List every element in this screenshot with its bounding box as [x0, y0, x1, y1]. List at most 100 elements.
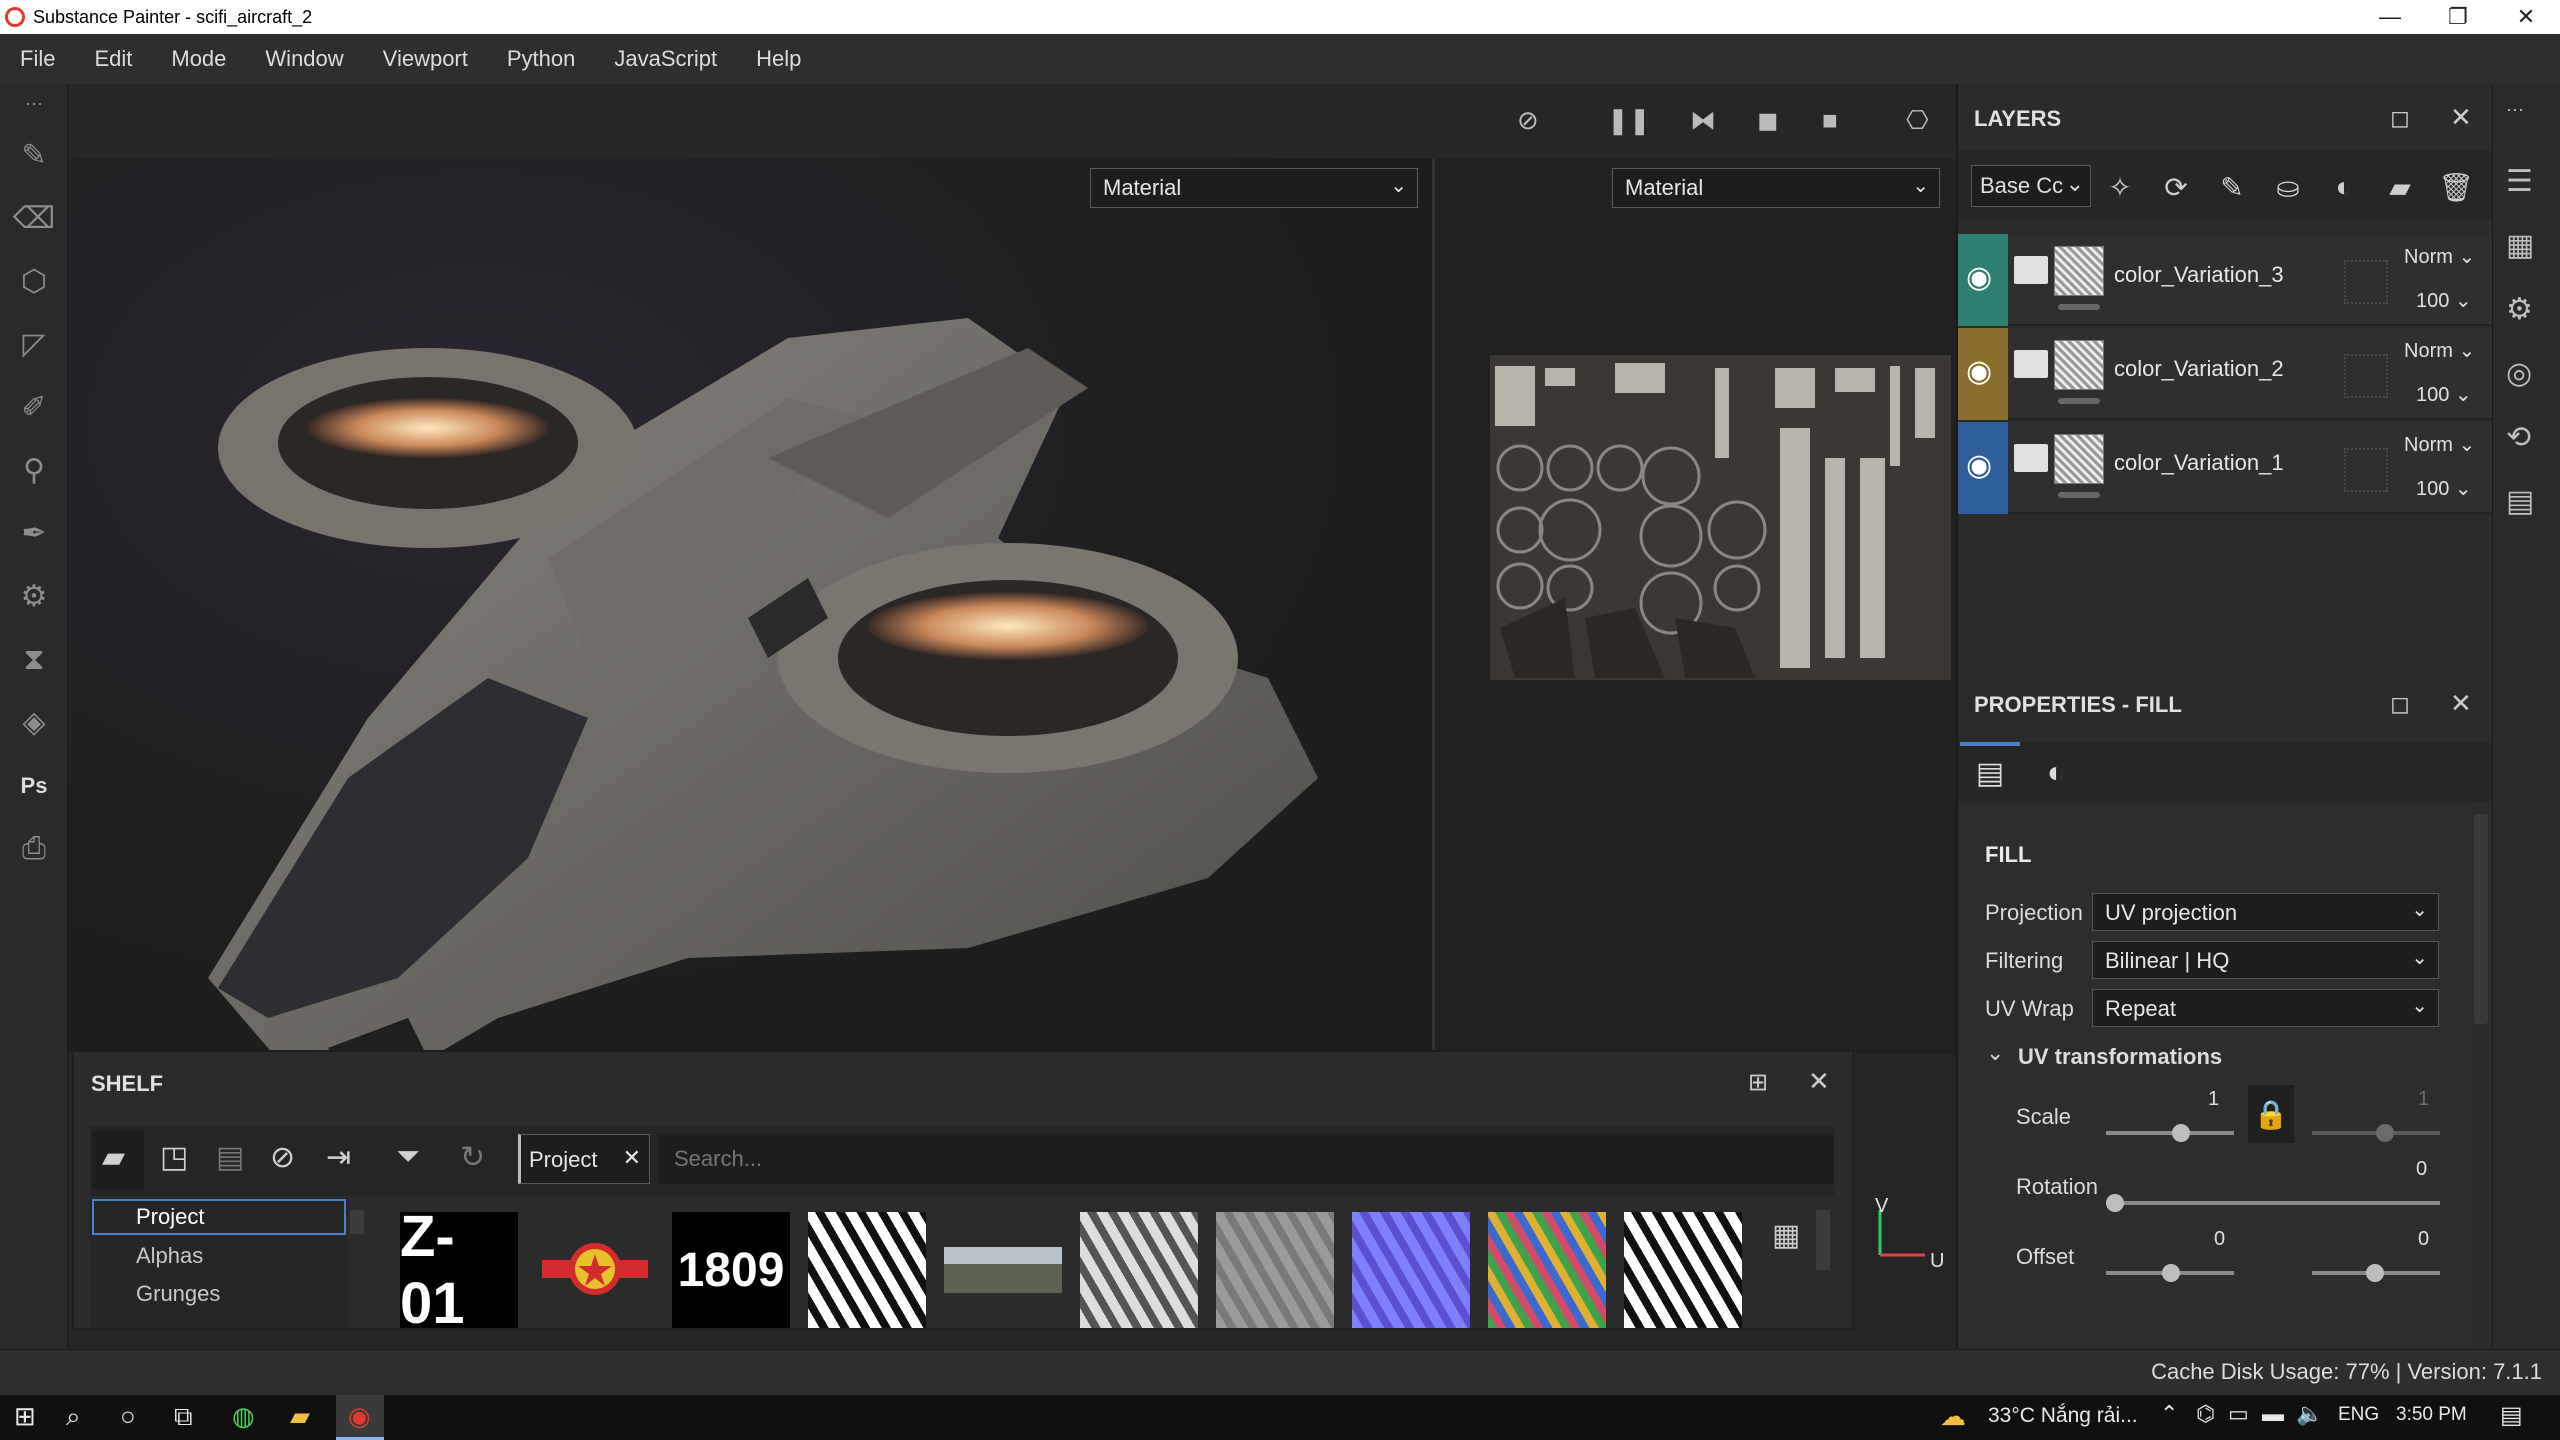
shelf-dock-icon[interactable]: ⊞ [1748, 1068, 1768, 1097]
paint-brush-icon[interactable]: ✎ [0, 124, 68, 187]
search-icon[interactable]: ⌕ [66, 1401, 81, 1433]
shelf-search-input[interactable] [658, 1134, 1834, 1184]
lock-icon[interactable]: 🔒 [2248, 1085, 2294, 1143]
opacity-select[interactable]: 100 ⌄ [2416, 382, 2472, 407]
scale-slider[interactable] [2106, 1131, 2234, 1135]
photoshop-icon[interactable]: Ps [0, 754, 68, 817]
history-icon[interactable]: ⟲ [2506, 420, 2531, 455]
uvwrap-select[interactable]: Repeat ⌄ [2092, 989, 2439, 1027]
polygon-fill-icon[interactable]: ◸ [0, 313, 68, 376]
log-icon[interactable]: ▤ [2506, 484, 2534, 519]
viewport-3d-material-select[interactable]: Material ⌄ [1090, 168, 1418, 208]
menu-file[interactable]: File [20, 46, 55, 72]
add-folder-icon[interactable]: ▰ [2380, 167, 2420, 207]
opacity-select[interactable]: 100 ⌄ [2416, 476, 2472, 501]
new-folder-icon[interactable]: ◳ [160, 1140, 188, 1175]
notifications-icon[interactable]: ▤ [2500, 1401, 2523, 1430]
pause-icon[interactable]: ❚❚ [1607, 105, 1651, 136]
menu-mode[interactable]: Mode [171, 46, 226, 72]
rotation-slider-knob[interactable] [2106, 1194, 2124, 1212]
library-icon[interactable]: ▤ [216, 1140, 244, 1175]
mask-slot[interactable] [2344, 448, 2388, 492]
network-icon[interactable]: ⌬ [2196, 1401, 2215, 1427]
close-button[interactable]: ✕ [2492, 0, 2560, 34]
cortana-icon[interactable]: ○ [120, 1401, 136, 1432]
menu-viewport[interactable]: Viewport [383, 46, 468, 72]
layer-item[interactable]: ◉ color_Variation_2 Norm ⌄ 100 ⌄ [1958, 328, 2492, 420]
rotation-value[interactable]: 0 [2416, 1158, 2427, 1181]
add-fill-layer-icon[interactable]: ⛀ [2268, 167, 2308, 207]
filtering-select[interactable]: Bilinear | HQ ⌄ [2092, 941, 2439, 979]
shelf-thumb-z01[interactable]: Z-01 [400, 1204, 518, 1336]
shelf-scrollbar[interactable] [1816, 1210, 1830, 1270]
weather-text[interactable]: 33°C Nắng rải... [1988, 1404, 2138, 1428]
volume-icon[interactable]: 🔈 [2296, 1401, 2323, 1427]
clock[interactable]: 3:50 PM [2396, 1404, 2467, 1426]
add-paint-layer-icon[interactable]: ✎ [2212, 167, 2252, 207]
shelf-thumb-normal[interactable] [1352, 1212, 1470, 1328]
export-icon[interactable]: ⎙ [0, 817, 68, 880]
opacity-select[interactable]: 100 ⌄ [2416, 288, 2472, 313]
battery-icon[interactable]: ▬ [2262, 1401, 2284, 1427]
language-indicator[interactable]: ENG [2338, 1404, 2379, 1426]
properties-scrollbar[interactable] [2474, 814, 2488, 1024]
reset-icon[interactable]: ↻ [460, 1140, 485, 1175]
settings-dock-icon[interactable]: ⚙ [2506, 292, 2533, 327]
menu-edit[interactable]: Edit [94, 46, 132, 72]
close-properties-icon[interactable]: ✕ [2450, 688, 2472, 719]
shelf-thumb-height[interactable] [1216, 1212, 1334, 1328]
menu-window[interactable]: Window [265, 46, 343, 72]
windows-start-icon[interactable]: ⊞ [14, 1401, 36, 1432]
shelf-thumb-id[interactable] [1488, 1212, 1606, 1328]
tree-scrollbar[interactable] [350, 1210, 364, 1234]
tray-chevron-icon[interactable]: ⌃ [2160, 1401, 2178, 1427]
file-explorer-icon[interactable]: ▰ [290, 1401, 310, 1432]
project-filter-tag[interactable]: Project ✕ [518, 1134, 650, 1184]
projection-select[interactable]: UV projection ⌄ [2092, 893, 2439, 931]
close-tag-icon[interactable]: ✕ [623, 1145, 641, 1171]
layer-item[interactable]: ◉ color_Variation_3 Norm ⌄ 100 ⌄ [1958, 234, 2492, 326]
layers-dock-icon[interactable]: ☰ [2506, 164, 2533, 199]
tree-item-project[interactable]: Project [136, 1204, 204, 1230]
hide-icon[interactable]: ⊘ [1517, 105, 1539, 136]
tree-item-alphas[interactable]: Alphas [136, 1243, 203, 1269]
smudge-icon[interactable]: ✐ [0, 376, 68, 439]
screenshot-icon[interactable]: ⎔ [1906, 105, 1929, 136]
clone-icon[interactable]: ⚲ [0, 439, 68, 502]
mask-slot[interactable] [2344, 354, 2388, 398]
effects-icon[interactable]: ✧ [2100, 167, 2140, 207]
add-smart-material-icon[interactable]: ◐ [2324, 167, 2364, 207]
menu-help[interactable]: Help [756, 46, 801, 72]
shelf-thumb-mask-2[interactable] [1624, 1212, 1742, 1328]
symmetry-icon[interactable]: ⧓ [1690, 105, 1716, 136]
display-settings-icon[interactable]: ◎ [2506, 356, 2532, 391]
eye-icon[interactable]: ◉ [1966, 260, 1992, 295]
viewport-2d[interactable] [1435, 158, 1956, 1050]
folder-icon[interactable]: ▰ [102, 1140, 125, 1175]
filter-icon[interactable]: ⏷ [396, 1140, 420, 1174]
uv-transformations-title[interactable]: UV transformations [2018, 1044, 2222, 1070]
task-view-icon[interactable]: ⧉ [174, 1401, 193, 1433]
hide-items-icon[interactable]: ⊘ [270, 1140, 295, 1175]
eraser-icon[interactable]: ⌫ [0, 187, 68, 250]
rotation-slider[interactable] [2106, 1201, 2440, 1205]
shelf-thumb-star-decal[interactable] [536, 1212, 654, 1328]
projection-icon[interactable]: ⬡ [0, 250, 68, 313]
offset-u-slider-knob[interactable] [2162, 1264, 2180, 1282]
shelf-thumb-mask-1[interactable] [808, 1212, 926, 1328]
eye-icon[interactable]: ◉ [1966, 448, 1992, 483]
shelf-thumb-environment[interactable] [944, 1212, 1062, 1328]
delete-layer-icon[interactable]: 🗑 [2436, 167, 2476, 207]
eye-icon[interactable]: ◉ [1966, 354, 1992, 389]
restore-button[interactable]: ❐ [2424, 0, 2492, 34]
browser-icon[interactable]: ◍ [232, 1401, 255, 1432]
color-picker-icon[interactable]: ✒ [0, 502, 68, 565]
fill-settings-tab-icon[interactable]: ▤ [1960, 744, 2020, 802]
scale-value[interactable]: 1 [2208, 1088, 2219, 1111]
shelf-thumb-1809[interactable]: 1809 [672, 1212, 790, 1328]
maximize-icon[interactable]: ◻ [2390, 690, 2410, 719]
minimize-button[interactable]: — [2356, 0, 2424, 34]
blend-mode-select[interactable]: Norm ⌄ [2404, 244, 2475, 269]
import-icon[interactable]: ⇥ [326, 1140, 351, 1175]
menu-python[interactable]: Python [507, 46, 576, 72]
